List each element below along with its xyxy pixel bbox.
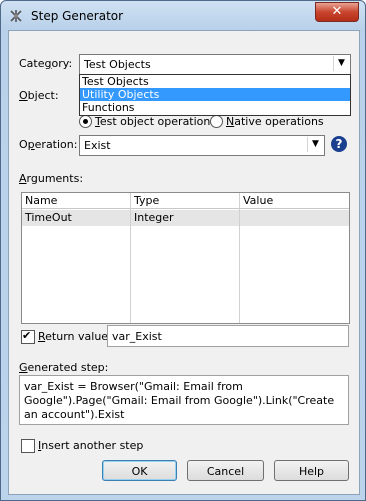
dropdown-option-test-objects[interactable]: Test Objects: [80, 75, 350, 88]
arguments-table[interactable]: Name Type Value TimeOut Integer: [21, 192, 350, 324]
help-button[interactable]: Help: [274, 460, 349, 481]
column-header-value[interactable]: Value: [240, 193, 349, 209]
test-object-operations-radio[interactable]: [79, 115, 92, 128]
help-icon[interactable]: ?: [331, 136, 347, 152]
dialog-body: Category: Test Objects ▼ Test Objects Ut…: [8, 30, 360, 495]
native-operations-label[interactable]: Native operations: [226, 115, 324, 128]
table-row[interactable]: TimeOut Integer: [22, 210, 349, 226]
category-label: Category:: [19, 57, 73, 70]
generated-step-text: var_Exist = Browser("Gmail: Email from G…: [24, 380, 335, 421]
cell-name[interactable]: TimeOut: [22, 210, 131, 226]
return-value-input[interactable]: var_Exist: [107, 325, 349, 347]
return-value-checkbox[interactable]: [21, 329, 35, 344]
test-object-operations-label[interactable]: Test object operations: [95, 115, 216, 128]
return-value-text: var_Exist: [112, 330, 162, 343]
close-button[interactable]: ✕: [315, 2, 359, 22]
category-combo[interactable]: Test Objects ▼: [79, 54, 351, 75]
cell-value[interactable]: [240, 210, 349, 226]
step-generator-icon: [10, 10, 22, 22]
arguments-label: Arguments:: [19, 172, 84, 185]
category-dropdown-list[interactable]: Test Objects Utility Objects Functions: [79, 74, 351, 116]
dropdown-option-functions[interactable]: Functions: [80, 101, 350, 114]
step-generator-window: Step Generator ✕ Category: Test Objects …: [0, 0, 366, 501]
operation-label: Operation:: [19, 138, 78, 151]
title-bar[interactable]: Step Generator ✕: [1, 1, 365, 31]
operation-value: Exist: [84, 139, 111, 152]
operation-combo[interactable]: Exist ▼: [79, 135, 325, 156]
column-divider: [239, 193, 240, 323]
category-value: Test Objects: [84, 58, 151, 71]
cell-type[interactable]: Integer: [131, 210, 240, 226]
column-header-type[interactable]: Type: [131, 193, 240, 209]
window-title: Step Generator: [31, 9, 124, 23]
close-icon: ✕: [331, 4, 343, 19]
generated-step-textarea[interactable]: var_Exist = Browser("Gmail: Email from G…: [19, 375, 349, 425]
chevron-down-icon[interactable]: ▼: [307, 137, 323, 152]
column-header-name[interactable]: Name: [22, 193, 131, 209]
object-label: Object:: [19, 89, 59, 102]
cancel-button[interactable]: Cancel: [187, 460, 264, 481]
chevron-down-icon[interactable]: ▼: [333, 56, 349, 71]
column-divider: [130, 193, 131, 323]
return-value-label[interactable]: Return value: [38, 330, 108, 343]
insert-another-step-label[interactable]: Insert another step: [38, 439, 143, 452]
native-operations-radio[interactable]: [210, 115, 223, 128]
insert-another-step-checkbox[interactable]: [21, 439, 35, 453]
ok-button[interactable]: OK: [102, 460, 177, 481]
dropdown-option-utility-objects[interactable]: Utility Objects: [80, 88, 350, 101]
generated-step-label: Generated step:: [19, 361, 109, 374]
